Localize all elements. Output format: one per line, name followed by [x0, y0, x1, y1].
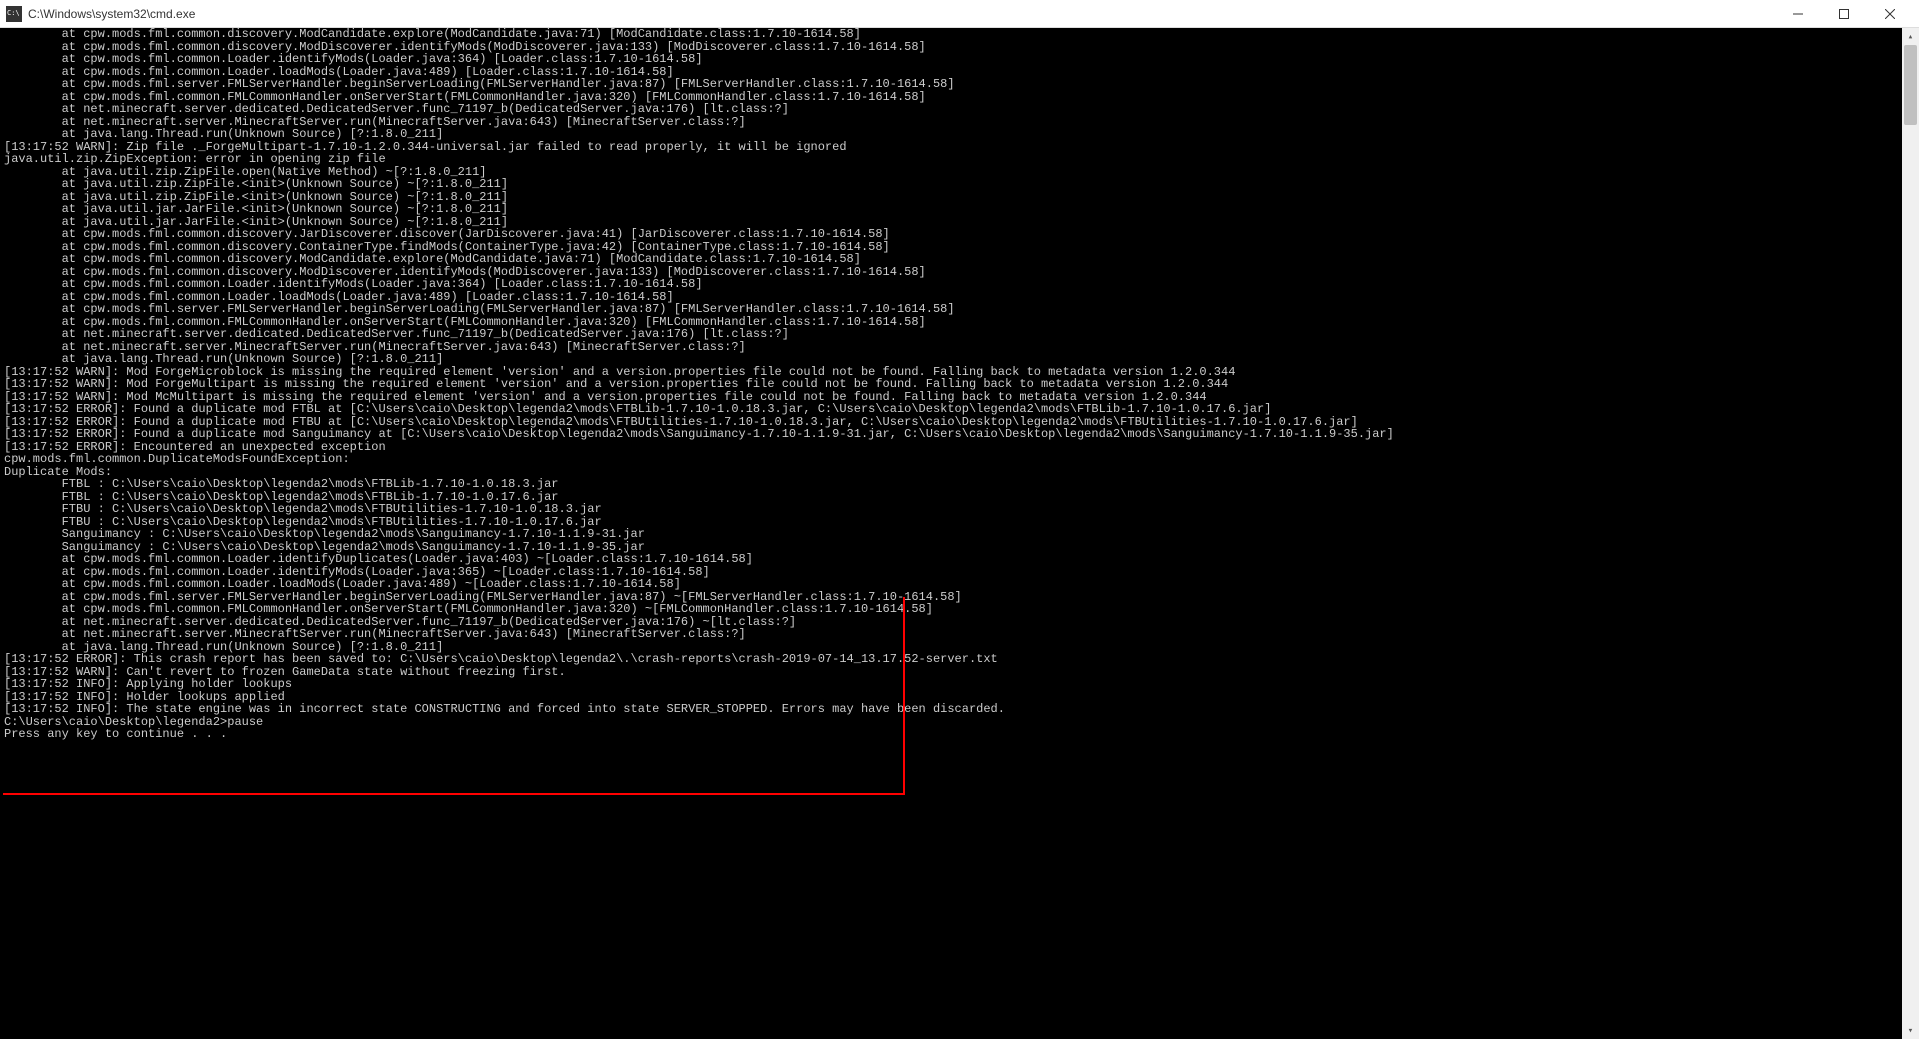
log-line: at cpw.mods.fml.common.FMLCommonHandler.…: [4, 603, 1915, 616]
minimize-button[interactable]: [1775, 0, 1821, 28]
log-line: at cpw.mods.fml.common.discovery.JarDisc…: [4, 228, 1915, 241]
log-line: [13:17:52 INFO]: The state engine was in…: [4, 703, 1915, 716]
log-line: at cpw.mods.fml.common.discovery.ModCand…: [4, 28, 1915, 41]
terminal-wrapper: at cpw.mods.fml.common.discovery.ModCand…: [0, 28, 1919, 1039]
maximize-button[interactable]: [1821, 0, 1867, 28]
log-line: at cpw.mods.fml.common.Loader.identifyMo…: [4, 278, 1915, 291]
log-line: C:\Users\caio\Desktop\legenda2>pause: [4, 716, 1915, 729]
log-line: at cpw.mods.fml.server.FMLServerHandler.…: [4, 78, 1915, 91]
window-titlebar: C:\Windows\system32\cmd.exe: [0, 0, 1919, 28]
scrollbar-thumb[interactable]: [1904, 45, 1917, 125]
close-button[interactable]: [1867, 0, 1913, 28]
log-line: Press any key to continue . . .: [4, 728, 1915, 741]
minimize-icon: [1793, 9, 1803, 19]
log-line: FTBL : C:\Users\caio\Desktop\legenda2\mo…: [4, 478, 1915, 491]
scrollbar-up-arrow[interactable]: ▴: [1902, 28, 1919, 45]
cmd-icon: [6, 6, 22, 22]
log-line: at cpw.mods.fml.common.Loader.identifyMo…: [4, 53, 1915, 66]
log-line: Sanguimancy : C:\Users\caio\Desktop\lege…: [4, 528, 1915, 541]
log-line: [13:17:52 ERROR]: This crash report has …: [4, 653, 1915, 666]
maximize-icon: [1839, 9, 1849, 19]
log-line: [13:17:52 ERROR]: Found a duplicate mod …: [4, 403, 1915, 416]
log-line: at java.util.jar.JarFile.<init>(Unknown …: [4, 203, 1915, 216]
log-line: FTBU : C:\Users\caio\Desktop\legenda2\mo…: [4, 503, 1915, 516]
log-line: at java.lang.Thread.run(Unknown Source) …: [4, 353, 1915, 366]
scrollbar-down-arrow[interactable]: ▾: [1902, 1022, 1919, 1039]
titlebar-buttons: [1775, 0, 1913, 28]
vertical-scrollbar[interactable]: ▴ ▾: [1902, 28, 1919, 1039]
log-line: [13:17:52 ERROR]: Found a duplicate mod …: [4, 428, 1915, 441]
log-line: [13:17:52 WARN]: Mod ForgeMultipart is m…: [4, 378, 1915, 391]
log-line: at cpw.mods.fml.common.Loader.identifyDu…: [4, 553, 1915, 566]
log-line: at net.minecraft.server.dedicated.Dedica…: [4, 328, 1915, 341]
log-line: at java.util.zip.ZipFile.<init>(Unknown …: [4, 178, 1915, 191]
log-line: at cpw.mods.fml.common.Loader.loadMods(L…: [4, 578, 1915, 591]
scrollbar-track[interactable]: [1902, 45, 1919, 1022]
log-line: at net.minecraft.server.MinecraftServer.…: [4, 628, 1915, 641]
log-line: cpw.mods.fml.common.DuplicateModsFoundEx…: [4, 453, 1915, 466]
log-line: java.util.zip.ZipException: error in ope…: [4, 153, 1915, 166]
window-title: C:\Windows\system32\cmd.exe: [28, 7, 1775, 21]
terminal-output[interactable]: at cpw.mods.fml.common.discovery.ModCand…: [0, 28, 1919, 1039]
log-line: at cpw.mods.fml.server.FMLServerHandler.…: [4, 303, 1915, 316]
close-icon: [1885, 9, 1895, 19]
log-line: [13:17:52 INFO]: Applying holder lookups: [4, 678, 1915, 691]
log-line: at net.minecraft.server.dedicated.Dedica…: [4, 103, 1915, 116]
log-line: at java.lang.Thread.run(Unknown Source) …: [4, 128, 1915, 141]
log-line: at cpw.mods.fml.common.discovery.ModCand…: [4, 253, 1915, 266]
